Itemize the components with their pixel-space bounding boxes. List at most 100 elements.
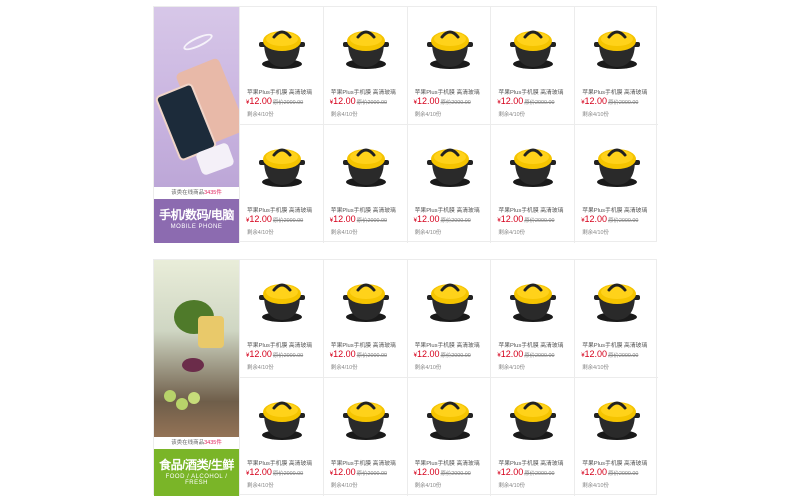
product-card[interactable]: 苹果Plus手机膜 高清玻璃 ¥12.00原价2000.00 剩余4/10份	[406, 7, 491, 125]
product-price: ¥12.00原价2000.00	[414, 467, 471, 477]
pot-product-image[interactable]	[507, 391, 559, 443]
product-price: ¥12.00原价2000.00	[330, 96, 387, 106]
price-value: 12.00	[249, 349, 272, 359]
price-value: 12.00	[333, 214, 356, 224]
product-card[interactable]: 苹果Plus手机膜 高清玻璃 ¥12.00原价2000.00 剩余4/10份	[239, 378, 323, 496]
product-name[interactable]: 苹果Plus手机膜 高清玻璃	[582, 340, 658, 349]
product-name[interactable]: 苹果Plus手机膜 高清玻璃	[331, 205, 407, 214]
product-card[interactable]: 苹果Plus手机膜 高清玻璃 ¥12.00原价2000.00 剩余4/10份	[406, 125, 491, 243]
product-name[interactable]: 苹果Plus手机膜 高清玻璃	[498, 87, 574, 96]
pot-product-image[interactable]	[256, 138, 308, 190]
pot-product-image[interactable]	[424, 138, 476, 190]
remaining-stock: 剩余4/10份	[247, 230, 274, 236]
remaining-stock: 剩余4/10份	[247, 483, 274, 489]
pot-product-image[interactable]	[256, 20, 308, 72]
product-name[interactable]: 苹果Plus手机膜 高清玻璃	[331, 340, 407, 349]
product-name[interactable]: 苹果Plus手机膜 高清玻璃	[415, 340, 491, 349]
pot-product-image[interactable]	[424, 20, 476, 72]
product-name[interactable]: 苹果Plus手机膜 高清玻璃	[582, 87, 658, 96]
pot-product-image[interactable]	[507, 273, 559, 325]
pot-product-image[interactable]	[340, 20, 392, 72]
product-card[interactable]: 苹果Plus手机膜 高清玻璃 ¥12.00原价2000.00 剩余4/10份	[406, 378, 491, 496]
product-price: ¥12.00原价2000.00	[497, 467, 554, 477]
product-price: ¥12.00原价2000.00	[330, 349, 387, 359]
price-value: 12.00	[584, 214, 608, 224]
pot-product-image[interactable]	[340, 273, 392, 325]
product-card[interactable]: 苹果Plus手机膜 高清玻璃 ¥12.00原价2000.00 剩余4/10份	[322, 7, 407, 125]
grape-image	[188, 392, 200, 404]
original-price: 原价2000.00	[524, 353, 555, 359]
price-value: 12.00	[500, 96, 524, 106]
original-price: 原价2000.00	[524, 218, 555, 224]
product-card[interactable]: 苹果Plus手机膜 高清玻璃 ¥12.00原价2000.00 剩余4/10份	[322, 378, 407, 496]
pot-product-image[interactable]	[591, 391, 643, 443]
product-name[interactable]: 苹果Plus手机膜 高清玻璃	[498, 205, 574, 214]
pot-product-image[interactable]	[256, 391, 308, 443]
pot-product-image[interactable]	[340, 391, 392, 443]
pot-product-image[interactable]	[340, 138, 392, 190]
floor-label[interactable]: 手机/数码/电脑 MOBILE PHONE	[154, 199, 239, 243]
product-card[interactable]: 苹果Plus手机膜 高清玻璃 ¥12.00原价2000.00 剩余4/10份	[490, 260, 575, 378]
product-name[interactable]: 苹果Plus手机膜 高清玻璃	[498, 340, 574, 349]
product-name[interactable]: 苹果Plus手机膜 高清玻璃	[415, 87, 491, 96]
original-price: 原价2000.00	[440, 353, 471, 359]
product-card[interactable]: 苹果Plus手机膜 高清玻璃 ¥12.00原价2000.00 剩余4/10份	[239, 7, 323, 125]
product-card[interactable]: 苹果Plus手机膜 高清玻璃 ¥12.00原价2000.00 剩余4/10份	[574, 125, 658, 243]
product-price: ¥12.00原价2000.00	[581, 96, 638, 106]
floor-banner-food[interactable]: 该类在线商品3435件 食品/酒类/生鲜 FOOD / ALCOHOL / FR…	[154, 260, 239, 496]
product-name[interactable]: 苹果Plus手机膜 高清玻璃	[247, 458, 323, 467]
pot-product-image[interactable]	[591, 20, 643, 72]
remaining-stock: 剩余4/10份	[247, 112, 274, 118]
grape-image	[176, 398, 188, 410]
product-card[interactable]: 苹果Plus手机膜 高清玻璃 ¥12.00原价2000.00 剩余4/10份	[490, 378, 574, 496]
product-card[interactable]: 苹果Plus手机膜 高清玻璃 ¥12.00原价2000.00 剩余4/10份	[574, 7, 658, 125]
original-price: 原价2000.00	[440, 100, 471, 106]
original-price: 原价2000.00	[356, 218, 387, 224]
product-card[interactable]: 苹果Plus手机膜 高清玻璃 ¥12.00原价2000.00 剩余4/10份	[490, 125, 574, 243]
product-grid: 苹果Plus手机膜 高清玻璃 ¥12.00原价2000.00 剩余4/10份 苹…	[239, 7, 658, 243]
product-card[interactable]: 苹果Plus手机膜 高清玻璃 ¥12.00原价2000.00 剩余4/10份	[490, 7, 575, 125]
pot-product-image[interactable]	[256, 273, 308, 325]
product-price: ¥12.00原价2000.00	[246, 467, 303, 477]
original-price: 原价2000.00	[440, 471, 471, 477]
product-name[interactable]: 苹果Plus手机膜 高清玻璃	[331, 87, 407, 96]
product-card[interactable]: 苹果Plus手机膜 高清玻璃 ¥12.00原价2000.00 剩余4/10份	[239, 125, 323, 243]
original-price: 原价2000.00	[272, 353, 304, 359]
product-price: ¥12.00原价2000.00	[581, 349, 638, 359]
product-price: ¥12.00原价2000.00	[581, 467, 638, 477]
product-name[interactable]: 苹果Plus手机膜 高清玻璃	[331, 458, 407, 467]
product-name[interactable]: 苹果Plus手机膜 高清玻璃	[415, 205, 491, 214]
pot-product-image[interactable]	[591, 273, 643, 325]
product-name[interactable]: 苹果Plus手机膜 高清玻璃	[247, 340, 323, 349]
product-card[interactable]: 苹果Plus手机膜 高清玻璃 ¥12.00原价2000.00 剩余4/10份	[406, 260, 491, 378]
pot-product-image[interactable]	[507, 20, 559, 72]
product-name[interactable]: 苹果Plus手机膜 高清玻璃	[247, 205, 323, 214]
online-prefix: 该类在线商品	[171, 440, 205, 446]
pot-product-image[interactable]	[507, 138, 559, 190]
product-name[interactable]: 苹果Plus手机膜 高清玻璃	[582, 205, 658, 214]
product-price: ¥12.00原价2000.00	[330, 214, 387, 224]
pot-product-image[interactable]	[591, 138, 643, 190]
pot-product-image[interactable]	[424, 273, 476, 325]
online-count: 该类在线商品3435件	[154, 187, 239, 199]
price-value: 12.00	[416, 96, 440, 106]
product-name[interactable]: 苹果Plus手机膜 高清玻璃	[582, 458, 658, 467]
product-card[interactable]: 苹果Plus手机膜 高清玻璃 ¥12.00原价2000.00 剩余4/10份	[322, 125, 407, 243]
remaining-stock: 剩余4/10份	[582, 365, 609, 371]
product-card[interactable]: 苹果Plus手机膜 高清玻璃 ¥12.00原价2000.00 剩余4/10份	[574, 260, 658, 378]
floor-label[interactable]: 食品/酒类/生鲜 FOOD / ALCOHOL / FRESH	[154, 449, 239, 496]
product-name[interactable]: 苹果Plus手机膜 高清玻璃	[247, 87, 323, 96]
remaining-stock: 剩余4/10份	[498, 112, 526, 118]
original-price: 原价2000.00	[272, 218, 304, 224]
floor-title-en: MOBILE PHONE	[170, 224, 223, 230]
product-price: ¥12.00原价2000.00	[497, 349, 554, 359]
product-name[interactable]: 苹果Plus手机膜 高清玻璃	[415, 458, 491, 467]
product-name[interactable]: 苹果Plus手机膜 高清玻璃	[498, 458, 574, 467]
product-card[interactable]: 苹果Plus手机膜 高清玻璃 ¥12.00原价2000.00 剩余4/10份	[322, 260, 407, 378]
product-card[interactable]: 苹果Plus手机膜 高清玻璃 ¥12.00原价2000.00 剩余4/10份	[574, 378, 658, 496]
product-price: ¥12.00原价2000.00	[246, 214, 303, 224]
floor-banner-mobile[interactable]: 该类在线商品3435件 手机/数码/电脑 MOBILE PHONE	[154, 7, 239, 243]
pot-product-image[interactable]	[424, 391, 476, 443]
remaining-stock: 剩余4/10份	[498, 230, 526, 236]
product-card[interactable]: 苹果Plus手机膜 高清玻璃 ¥12.00原价2000.00 剩余4/10份	[239, 260, 323, 378]
